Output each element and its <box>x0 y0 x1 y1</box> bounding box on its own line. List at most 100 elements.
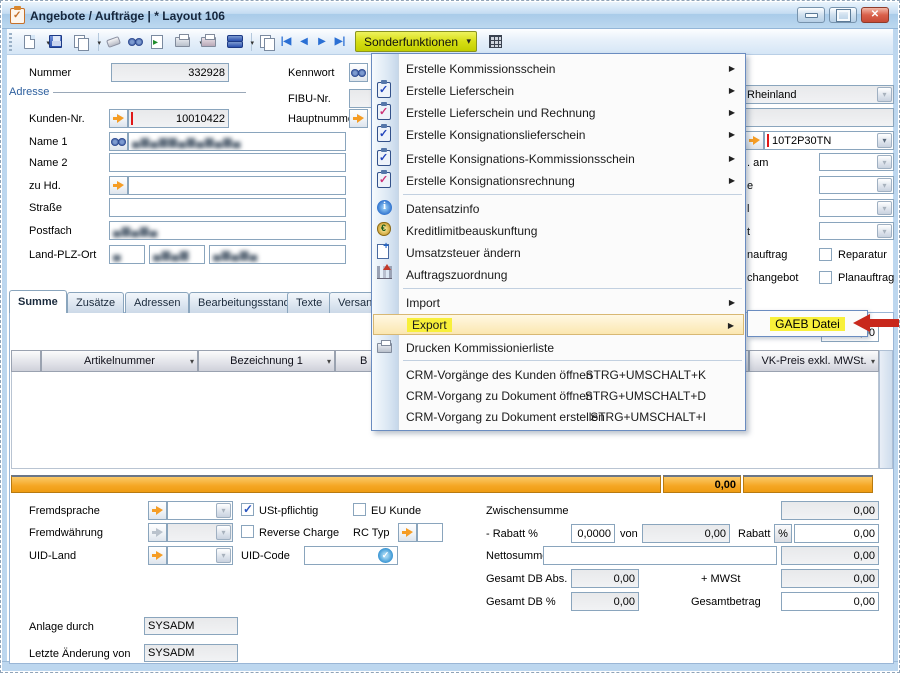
nettosumme-input-field[interactable] <box>543 546 777 565</box>
delete-button[interactable] <box>103 32 123 52</box>
new-document-button[interactable]: ▾ <box>16 32 43 52</box>
menu-item-datensatzinfo[interactable]: Datensatzinfo <box>373 198 744 220</box>
menu-item-auftragszuordnung[interactable]: Auftragszuordnung <box>373 264 744 286</box>
nav-last-button[interactable]: ▶| <box>332 32 348 52</box>
combo-4[interactable] <box>819 222 894 240</box>
import-button[interactable] <box>147 32 167 52</box>
name1-search-button[interactable] <box>109 132 128 151</box>
chevron-down-icon[interactable] <box>877 133 892 148</box>
menu-item-crm-vorgang-zu-dokument-erstellen[interactable]: CRM-Vorgang zu Dokument erstellenSTRG+UM… <box>373 406 744 428</box>
grid-column-vk-preis[interactable]: VK-Preis exkl. MWSt.▾ <box>749 350 879 372</box>
code-combo[interactable]: 10T2P30TN <box>764 131 894 150</box>
main-toolbar: ▾ ▾ ▾ ▾ |◀ ◀ ▶ ▶| Sonderfunktionen <box>7 29 893 55</box>
chevron-down-icon[interactable] <box>877 201 892 215</box>
grid-column-bezeichnung1[interactable]: Bezeichnung 1▾ <box>198 350 335 372</box>
grid-selector-column-header[interactable] <box>11 350 41 372</box>
strasse-field[interactable] <box>109 198 346 217</box>
zu-hd-field[interactable] <box>128 176 346 195</box>
menu-item-crm-vorgaenge-des-kunden-oeffnen[interactable]: CRM-Vorgänge des Kunden öffnenSTRG+UMSCH… <box>373 364 744 386</box>
zu-hd-link-button[interactable] <box>109 176 128 195</box>
region-combo[interactable]: Rheinland <box>743 85 894 104</box>
menu-item-kreditlimitbeauskunftung[interactable]: Kreditlimitbeauskunftung <box>373 220 744 242</box>
hauptnummer-link-button[interactable] <box>349 109 368 128</box>
print-button[interactable]: ▾ <box>169 32 196 52</box>
grid-column-artikelnummer[interactable]: Artikelnummer▾ <box>41 350 198 372</box>
tab-summe[interactable]: Summe <box>9 290 67 313</box>
reverse-charge-checkbox[interactable] <box>241 525 254 538</box>
gesamtbetrag-field[interactable]: 0,00 <box>781 592 879 611</box>
menu-item-umsatzsteuer-aendern[interactable]: Umsatzsteuer ändern <box>373 242 744 264</box>
kunden-nr-field[interactable]: 10010422 <box>128 109 229 128</box>
orange-arrow-icon <box>402 528 413 537</box>
menu-item-erstelle-konsignationsrechnung[interactable]: Erstelle Konsignationsrechnung <box>373 170 744 192</box>
chevron-down-icon[interactable] <box>877 87 892 102</box>
land-field[interactable]: ▄ <box>109 245 145 264</box>
submenu-item-gaeb-datei[interactable]: GAEB Datei <box>770 317 845 331</box>
tab-texte[interactable]: Texte <box>287 292 331 313</box>
code-link-button[interactable] <box>745 131 764 150</box>
chevron-down-icon[interactable]: ▾ <box>327 357 331 366</box>
menu-item-erstelle-kommissionsschein[interactable]: Erstelle Kommissionsschein <box>373 58 744 80</box>
layout-button[interactable]: ▾ <box>220 32 247 52</box>
rc-typ-link-button[interactable] <box>398 523 417 542</box>
grid-scrollbar[interactable] <box>879 350 893 469</box>
tab-adressen[interactable]: Adressen <box>125 292 189 313</box>
tab-zusaetze[interactable]: Zusätze <box>67 292 124 313</box>
date-combo-1[interactable] <box>819 153 894 171</box>
menu-item-erstelle-lieferschein[interactable]: Erstelle Lieferschein <box>373 80 744 102</box>
rc-typ-field[interactable] <box>417 523 443 542</box>
nav-last-icon: ▶| <box>335 36 346 47</box>
combo-3[interactable] <box>819 199 894 217</box>
toolbar-grip[interactable] <box>9 33 12 51</box>
menu-item-import[interactable]: Import <box>373 292 744 314</box>
nav-first-button[interactable]: |◀ <box>278 32 294 52</box>
table-view-button[interactable] <box>485 32 505 52</box>
ust-pflichtig-checkbox[interactable] <box>241 503 254 516</box>
menu-item-erstelle-konsignations-kommissionsschein[interactable]: Erstelle Konsignations-Kommissionsschein <box>373 148 744 170</box>
plz-field[interactable]: ▄▆▄▆ <box>149 245 205 264</box>
kunden-nr-link-button[interactable] <box>109 109 128 128</box>
menu-item-crm-vorgang-zu-dokument-oeffnen[interactable]: CRM-Vorgang zu Dokument öffnenSTRG+UMSCH… <box>373 385 744 407</box>
chevron-down-icon[interactable]: ▾ <box>190 357 194 366</box>
reparatur-checkbox[interactable] <box>819 248 832 261</box>
chevron-down-icon[interactable] <box>216 548 231 563</box>
nav-next-button[interactable]: ▶ <box>314 32 330 52</box>
menu-item-erstelle-konsignationslieferschein[interactable]: Erstelle Konsignationslieferschein <box>373 124 744 146</box>
rabatt-pct-field[interactable]: 0,0000 <box>571 524 615 543</box>
chevron-down-icon[interactable] <box>877 224 892 238</box>
uid-land-link-button[interactable] <box>148 546 167 565</box>
eu-kunde-checkbox[interactable] <box>353 503 366 516</box>
nav-previous-button[interactable]: ◀ <box>296 32 312 52</box>
menu-item-drucken-kommissionierliste[interactable]: Drucken Kommissionierliste <box>373 337 744 359</box>
sonderfunktionen-menu-button[interactable]: Sonderfunktionen <box>355 31 477 52</box>
maximize-button[interactable] <box>829 7 857 23</box>
menu-item-export[interactable]: Export <box>373 314 744 335</box>
chevron-down-icon[interactable] <box>216 503 231 518</box>
combo-2[interactable] <box>819 176 894 194</box>
minimize-button[interactable] <box>797 7 825 23</box>
tab-bearbeitungsstand[interactable]: Bearbeitungsstand <box>189 292 299 313</box>
kennwort-search-button[interactable] <box>349 63 368 82</box>
chevron-down-icon[interactable] <box>877 155 892 169</box>
ort-field[interactable]: ▄▆▄▆▄ <box>209 245 346 264</box>
tax-change-icon <box>377 244 389 259</box>
close-button[interactable] <box>861 7 889 23</box>
rabatt-field[interactable]: 0,00 <box>794 524 879 543</box>
chevron-down-icon[interactable] <box>877 178 892 192</box>
fremdsprache-link-button[interactable] <box>148 501 167 520</box>
uid-land-combo[interactable] <box>167 546 233 565</box>
menu-item-erstelle-lieferschein-und-rechnung[interactable]: Erstelle Lieferschein und Rechnung <box>373 102 744 124</box>
planauftrag-checkbox[interactable] <box>819 271 832 284</box>
save-button[interactable] <box>45 32 65 52</box>
name2-field[interactable] <box>109 153 346 172</box>
fremdsprache-combo[interactable] <box>167 501 233 520</box>
chevron-down-icon[interactable]: ▾ <box>871 357 875 366</box>
search-button[interactable] <box>125 32 145 52</box>
uid-code-validate-icon[interactable] <box>378 548 393 563</box>
duplicate-button[interactable] <box>256 32 276 52</box>
rabatt-percent-button[interactable]: % <box>774 524 792 543</box>
copy-button[interactable]: ▾ <box>67 32 94 52</box>
name1-field[interactable]: ▄▆▄▆▆▄▆▄▆▄▆▄ <box>128 132 346 151</box>
print-preview-button[interactable] <box>198 32 218 52</box>
postfach-field[interactable]: ▄▆▄▆▄ <box>109 221 346 240</box>
